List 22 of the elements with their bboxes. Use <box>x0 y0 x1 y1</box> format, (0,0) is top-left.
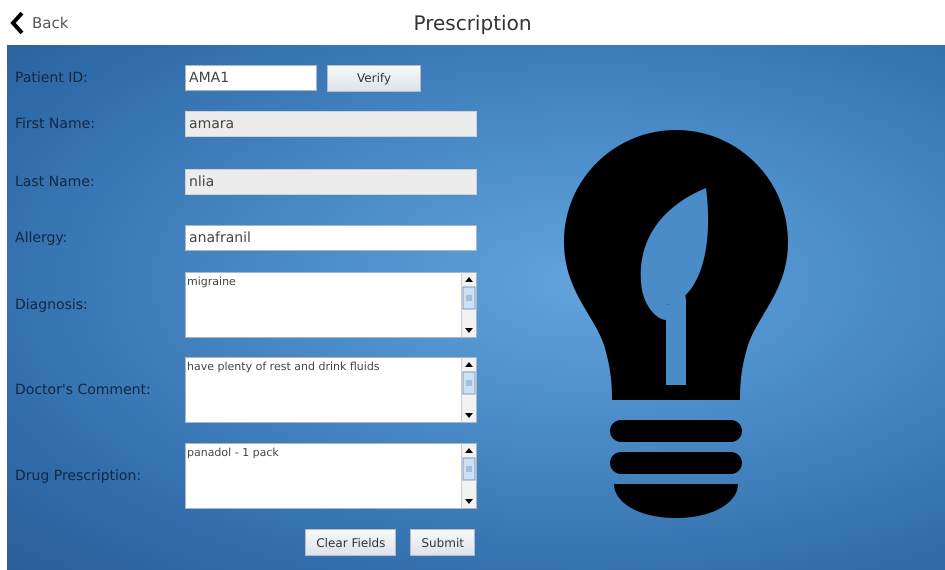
text-field[interactable]: anafranil <box>185 225 477 251</box>
field-label: Last Name: <box>14 174 96 190</box>
scrollbar[interactable] <box>461 272 477 338</box>
form-button[interactable]: Clear Fields <box>305 529 396 556</box>
scrollbar[interactable] <box>461 443 477 509</box>
text-area[interactable]: migraine <box>185 272 461 338</box>
field-label: Diagnosis: <box>14 297 89 313</box>
lightbulb-leaf-icon <box>564 130 788 520</box>
text-field[interactable]: AMA1 <box>185 65 317 91</box>
field-label: Doctor's Comment: <box>14 382 152 398</box>
scrollbar[interactable] <box>461 357 477 423</box>
field-label: First Name: <box>14 116 96 132</box>
page-title: Prescription <box>414 11 532 35</box>
text-area[interactable]: panadol - 1 pack <box>185 443 461 509</box>
verify-button[interactable]: Verify <box>327 64 421 92</box>
form-button[interactable]: Submit <box>410 529 475 556</box>
field-label: Patient ID: <box>14 70 89 86</box>
chevron-left-icon <box>10 12 24 34</box>
back-button[interactable]: Back <box>0 12 68 34</box>
text-area[interactable]: have plenty of rest and drink fluids <box>185 357 461 423</box>
field-label: Allergy: <box>14 230 68 246</box>
field-label: Drug Prescription: <box>14 468 142 484</box>
